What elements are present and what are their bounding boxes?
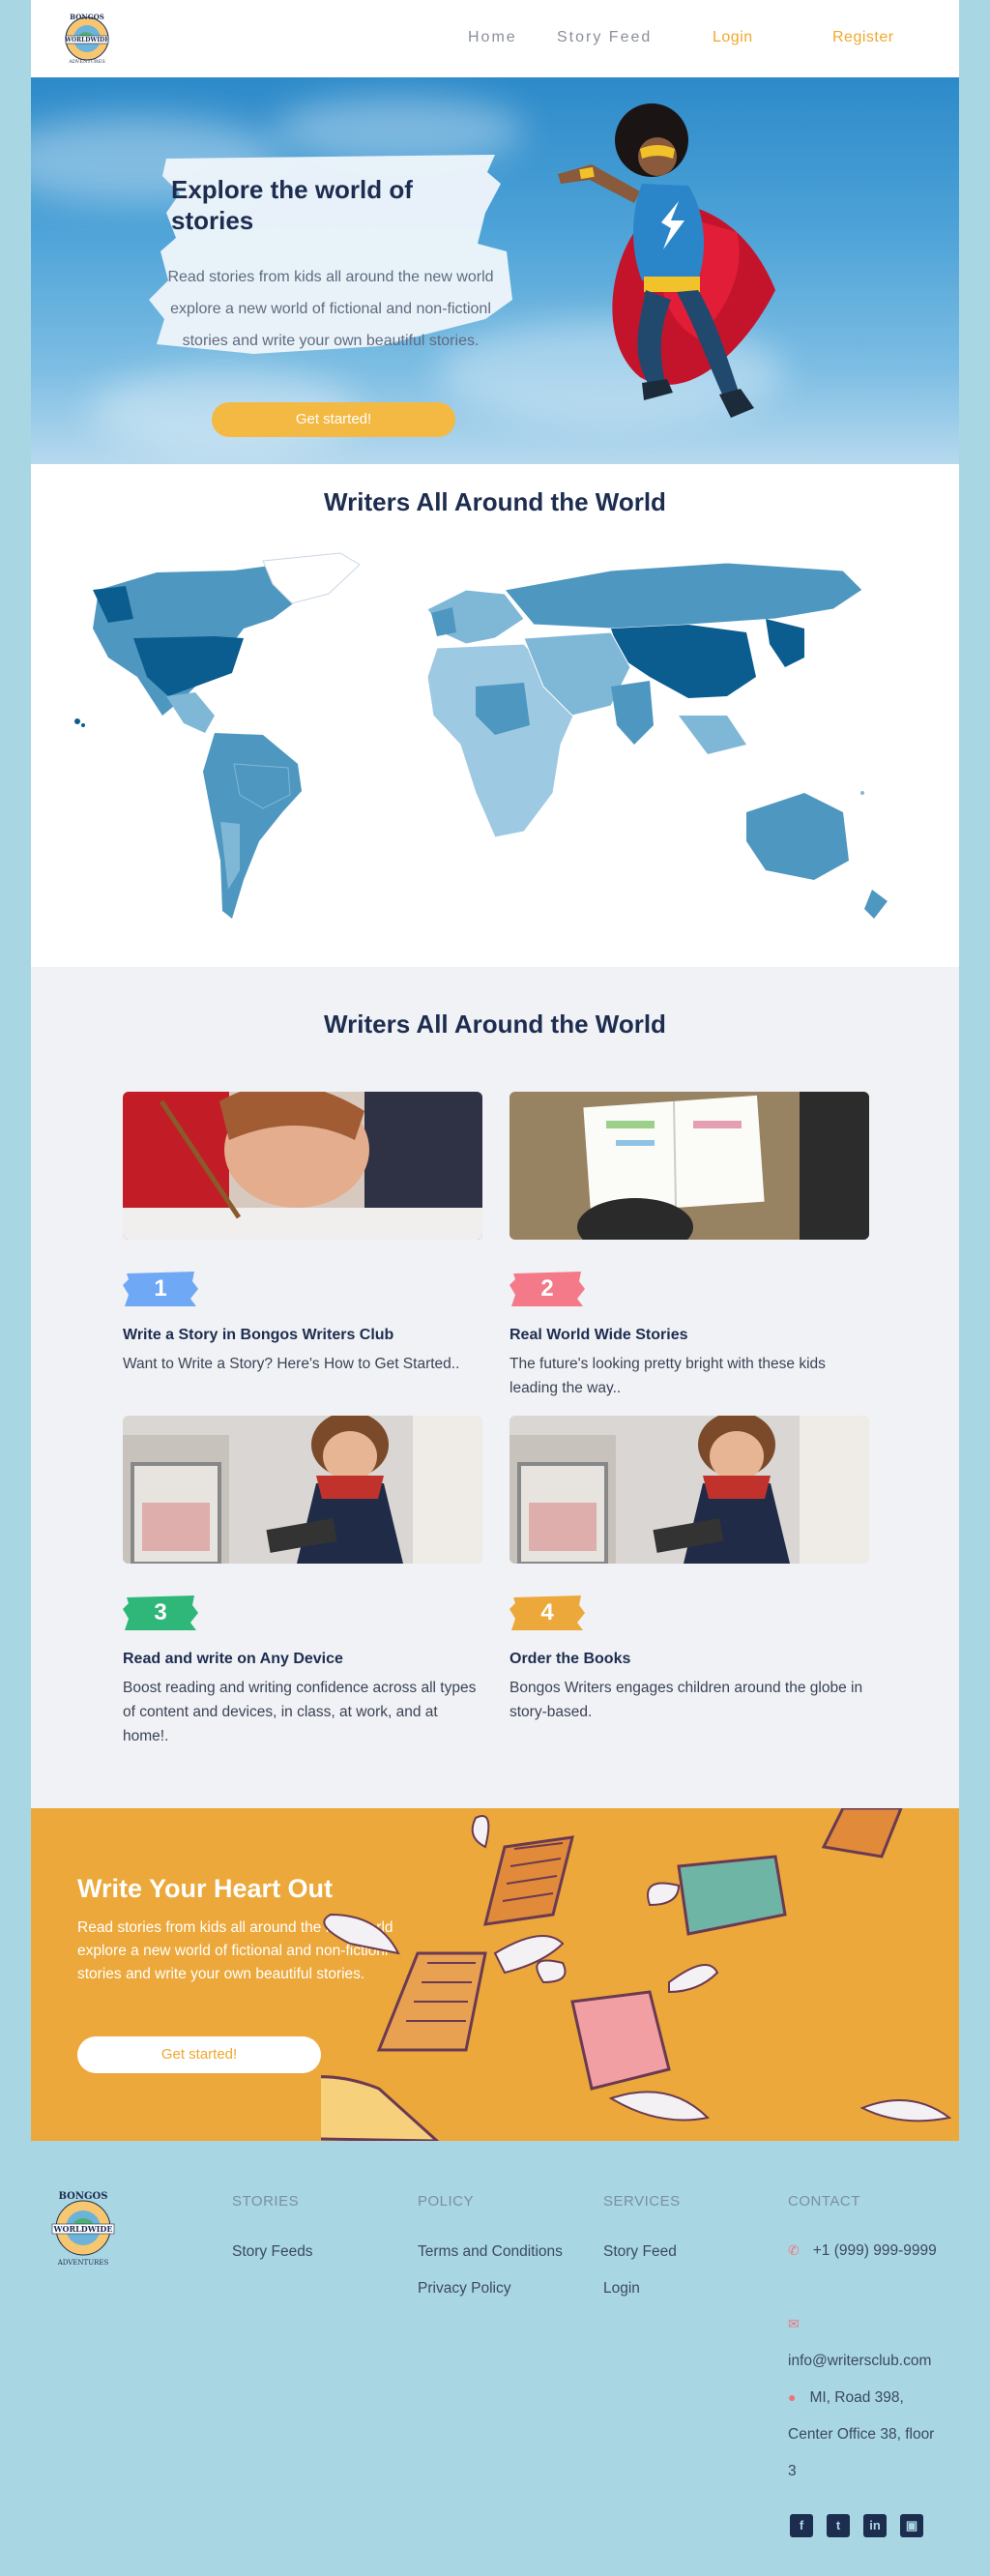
svg-text:BONGOS: BONGOS bbox=[70, 13, 104, 21]
footer-email[interactable]: ✉ info@writersclub.com bbox=[788, 2305, 943, 2380]
nav-register[interactable]: Register bbox=[832, 29, 894, 46]
footer-link-login[interactable]: Login bbox=[603, 2280, 640, 2298]
footer-address: ● MI, Road 398, Center Office 38, floor 3 bbox=[788, 2379, 943, 2490]
nav-story-feed[interactable]: Story Feed bbox=[557, 29, 652, 46]
cta-title: Write Your Heart Out bbox=[77, 1874, 334, 1903]
location-pin-icon: ● bbox=[788, 2389, 797, 2405]
footer-services-heading: SERVICES bbox=[603, 2193, 681, 2210]
footer-link-privacy[interactable]: Privacy Policy bbox=[418, 2280, 510, 2298]
map-section: Writers All Around the World bbox=[31, 464, 959, 967]
card-image-child-tablet[interactable] bbox=[510, 1416, 869, 1564]
card-text: The future's looking pretty bright with … bbox=[510, 1356, 826, 1396]
footer-link-terms[interactable]: Terms and Conditions bbox=[418, 2243, 563, 2261]
twitter-icon[interactable]: t bbox=[827, 2514, 850, 2537]
footer: WORLDWIDE BONGOS ADVENTURES STORIES Stor… bbox=[0, 2141, 990, 2576]
footer-link-story-feeds[interactable]: Story Feeds bbox=[232, 2243, 313, 2261]
footer-contact-heading: CONTACT bbox=[788, 2193, 860, 2210]
svg-text:BONGOS: BONGOS bbox=[59, 2191, 108, 2202]
cta-get-started-button[interactable]: Get started! bbox=[77, 2036, 321, 2073]
nav-home[interactable]: Home bbox=[468, 29, 517, 46]
page: WORLDWIDE BONGOS ADVENTURES Home Story F… bbox=[31, 0, 959, 2141]
step-number-badge: 4 bbox=[510, 1594, 585, 1632]
hero-get-started-button[interactable]: Get started! bbox=[212, 402, 455, 437]
svg-text:ADVENTURES: ADVENTURES bbox=[68, 59, 105, 65]
mail-icon: ✉ bbox=[788, 2316, 800, 2331]
step-number-badge: 1 bbox=[123, 1270, 198, 1308]
card-title[interactable]: Read and write on Any Device bbox=[123, 1651, 343, 1668]
svg-text:WORLDWIDE: WORLDWIDE bbox=[64, 37, 109, 44]
superhero-kid-illustration bbox=[558, 103, 775, 418]
map-section-title: Writers All Around the World bbox=[324, 487, 666, 516]
footer-stories-heading: STORIES bbox=[232, 2193, 300, 2210]
step-number-badge: 3 bbox=[123, 1594, 198, 1632]
hero-title: Explore the world of stories bbox=[171, 175, 413, 235]
footer-phone: ✆ +1 (999) 999-9999 bbox=[788, 2232, 943, 2269]
facebook-icon[interactable]: f bbox=[790, 2514, 813, 2537]
phone-icon: ✆ bbox=[788, 2242, 800, 2258]
card-title[interactable]: Write a Story in Bongos Writers Club bbox=[123, 1327, 393, 1344]
instagram-icon[interactable]: ▣ bbox=[900, 2514, 923, 2537]
card-text: Boost reading and writing confidence acr… bbox=[123, 1680, 477, 1744]
steps-section: Writers All Around the World 1 Write a S… bbox=[31, 967, 959, 1808]
card-title[interactable]: Order the Books bbox=[510, 1651, 630, 1668]
card-text: Want to Write a Story? Here's How to Get… bbox=[123, 1356, 460, 1372]
footer-logo-badge[interactable]: WORLDWIDE BONGOS ADVENTURES bbox=[44, 2185, 122, 2269]
step-number-badge: 2 bbox=[510, 1270, 585, 1308]
world-map bbox=[74, 552, 888, 919]
flying-books-illustration bbox=[321, 1808, 952, 2141]
linkedin-icon[interactable]: in bbox=[863, 2514, 887, 2537]
svg-text:ADVENTURES: ADVENTURES bbox=[57, 2259, 109, 2267]
logo-badge[interactable]: WORLDWIDE BONGOS ADVENTURES bbox=[60, 10, 114, 68]
card-image-child-reading[interactable] bbox=[510, 1092, 869, 1240]
navbar: WORLDWIDE BONGOS ADVENTURES Home Story F… bbox=[31, 0, 959, 77]
card-image-child-drawing[interactable] bbox=[123, 1092, 482, 1240]
card-text: Bongos Writers engages children around t… bbox=[510, 1680, 863, 1720]
svg-text:WORLDWIDE: WORLDWIDE bbox=[53, 2224, 113, 2234]
nav-login[interactable]: Login bbox=[713, 29, 753, 46]
card-image-child-tablet[interactable] bbox=[123, 1416, 482, 1564]
hero-section: Explore the world of stories Read storie… bbox=[31, 77, 959, 464]
footer-link-story-feed[interactable]: Story Feed bbox=[603, 2243, 677, 2261]
footer-policy-heading: POLICY bbox=[418, 2193, 475, 2210]
card-title[interactable]: Real World Wide Stories bbox=[510, 1327, 687, 1344]
cta-section: Write Your Heart Out Read stories from k… bbox=[31, 1808, 959, 2141]
steps-section-title: Writers All Around the World bbox=[324, 1010, 666, 1039]
hero-text: Read stories from kids all around the ne… bbox=[167, 269, 494, 349]
